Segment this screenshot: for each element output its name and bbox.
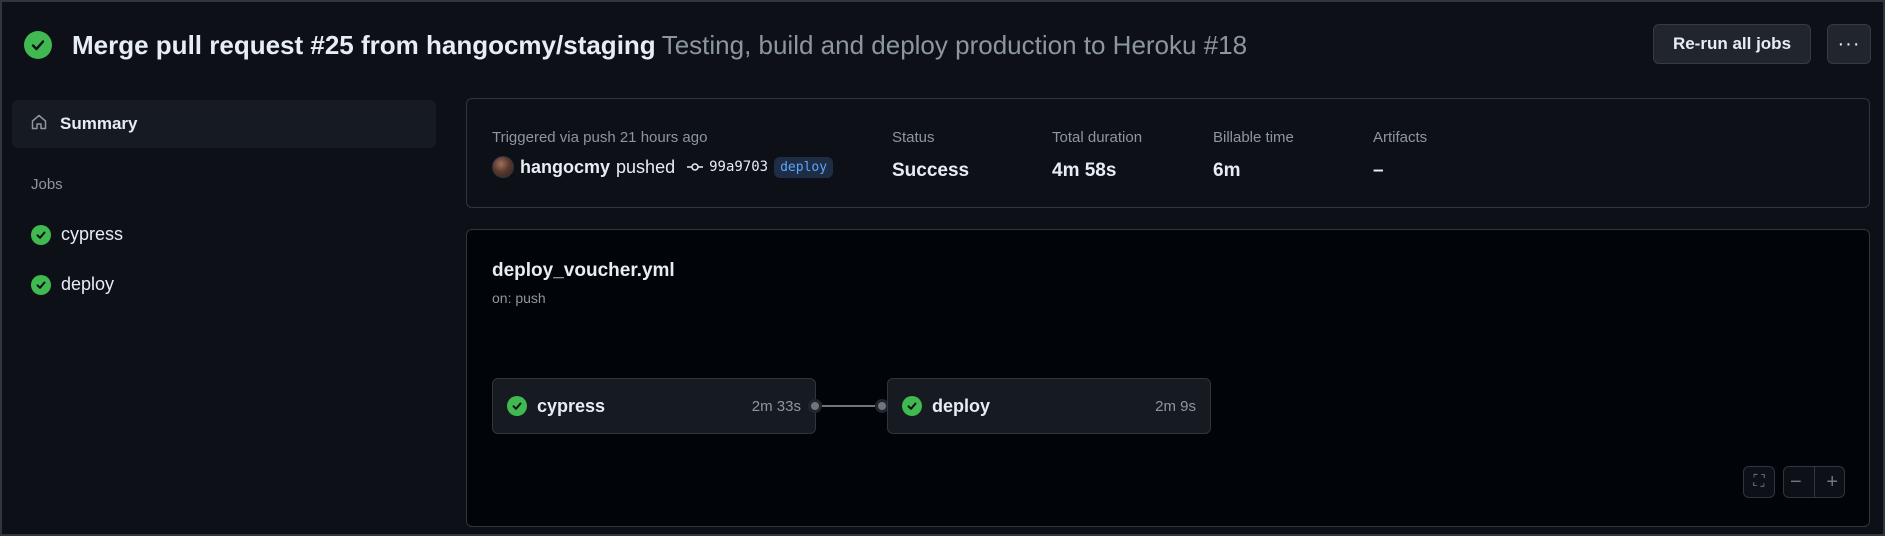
- success-check-icon: [902, 396, 922, 416]
- action-text: pushed: [616, 156, 676, 177]
- avatar[interactable]: [492, 156, 514, 178]
- job-output-port: [808, 399, 822, 413]
- status-value: Success: [892, 160, 970, 181]
- zoom-out-button[interactable]: −: [1790, 471, 1802, 494]
- workflow-run-page: Merge pull request #25 from hangocmy/sta…: [0, 0, 1885, 536]
- zoom-in-button[interactable]: +: [1826, 471, 1838, 494]
- duration-value[interactable]: 4m 58s: [1052, 160, 1142, 182]
- sidebar-item-label: deploy: [61, 274, 115, 294]
- fullscreen-icon: ⛶: [1753, 473, 1765, 490]
- sidebar-item-cypress[interactable]: cypress: [31, 224, 123, 245]
- job-duration: 2m 9s: [1155, 397, 1196, 415]
- run-summary-card: Triggered via push 21 hours ago hangocmy…: [466, 98, 1870, 208]
- success-check-icon: [507, 396, 527, 416]
- sidebar-item-label: Summary: [60, 114, 138, 133]
- sidebar-item-label: cypress: [61, 224, 124, 244]
- trigger-label: Triggered via push 21 hours ago: [492, 129, 708, 146]
- artifacts-value: –: [1373, 160, 1384, 181]
- duration-label: Total duration: [1052, 129, 1143, 146]
- sidebar-item-deploy[interactable]: deploy: [31, 274, 114, 295]
- artifacts-label: Artifacts: [1373, 129, 1428, 146]
- fullscreen-button[interactable]: ⛶: [1743, 466, 1775, 498]
- success-check-icon: [24, 31, 52, 59]
- zoom-controls: − +: [1783, 466, 1845, 498]
- graph-job-deploy[interactable]: deploy 2m 9s: [887, 378, 1211, 434]
- success-check-icon: [31, 274, 51, 295]
- workflow-run-subtitle: Testing, build and deploy production to …: [661, 30, 1248, 60]
- actor-link[interactable]: hangocmy: [520, 157, 610, 178]
- more-options-button[interactable]: ···: [1827, 24, 1871, 64]
- job-name: deploy: [932, 395, 991, 416]
- workflow-file-name[interactable]: deploy_voucher.yml: [492, 260, 675, 282]
- billable-info: Billable time 6m: [1213, 129, 1294, 182]
- home-icon: [30, 113, 48, 136]
- artifacts-info: Artifacts –: [1373, 129, 1427, 182]
- kebab-horizontal-icon: ···: [1837, 32, 1861, 55]
- workflow-trigger: on: push: [492, 290, 546, 306]
- graph-job-cypress[interactable]: cypress 2m 33s: [492, 378, 816, 434]
- rerun-all-jobs-button[interactable]: Re-run all jobs: [1653, 24, 1811, 64]
- trigger-info: Triggered via push 21 hours ago hangocmy…: [492, 129, 834, 178]
- sidebar-item-summary[interactable]: Summary: [12, 100, 436, 148]
- run-title: Merge pull request #25 from hangocmy/sta…: [72, 24, 1247, 66]
- jobs-heading: Jobs: [31, 176, 63, 193]
- commit-sha-link[interactable]: 99a9703: [709, 159, 768, 175]
- run-header: Merge pull request #25 from hangocmy/sta…: [24, 24, 1871, 66]
- zoom-divider: [1813, 467, 1815, 497]
- workflow-graph: deploy_voucher.yml on: push cypress 2m 3…: [466, 229, 1870, 527]
- branch-badge[interactable]: deploy: [774, 156, 834, 178]
- status-label: Status: [892, 129, 935, 146]
- success-check-icon: [31, 224, 51, 245]
- billable-label: Billable time: [1213, 129, 1294, 146]
- trigger-detail: hangocmy pushed 99a9703 deploy: [492, 156, 834, 178]
- status-info: Status Success: [892, 129, 969, 182]
- job-name: cypress: [537, 395, 606, 416]
- duration-info: Total duration 4m 58s: [1052, 129, 1142, 182]
- commit-message-title: Merge pull request #25 from hangocmy/sta…: [72, 30, 656, 60]
- job-dependency-line: [822, 405, 878, 407]
- git-commit-icon: [687, 163, 704, 171]
- job-duration: 2m 33s: [751, 397, 801, 415]
- billable-value[interactable]: 6m: [1213, 160, 1294, 182]
